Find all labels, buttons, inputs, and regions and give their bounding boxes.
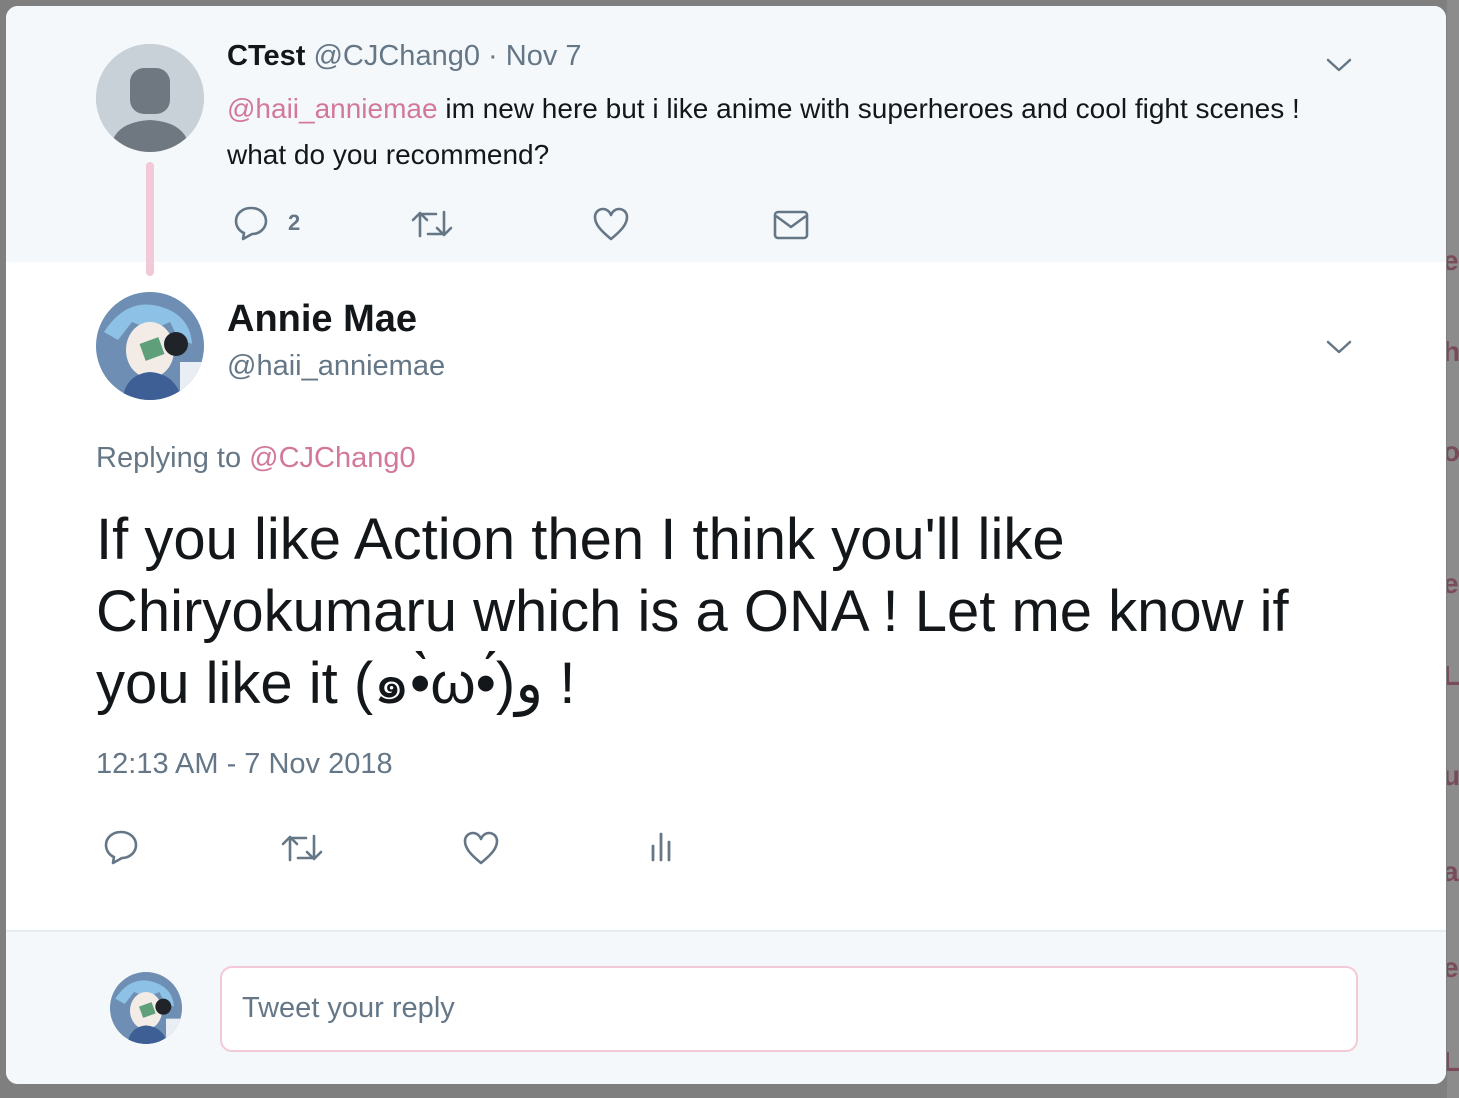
like-button[interactable] [592, 206, 630, 242]
like-icon [593, 207, 629, 241]
like-button[interactable] [462, 830, 500, 866]
message-icon [773, 210, 809, 240]
main-display-name[interactable]: Annie Mae [227, 298, 417, 341]
reply-button[interactable]: 2 [232, 204, 300, 242]
background-timeline-edge: e h o e L u a e L [1447, 0, 1459, 1098]
replying-prefix: Replying to [96, 442, 250, 474]
retweet-button[interactable] [410, 206, 454, 242]
header-separator: · [488, 40, 498, 72]
analytics-icon [651, 832, 671, 862]
mention-link[interactable]: @haii_anniemae [227, 93, 438, 124]
retweet-icon [411, 210, 453, 238]
direct-message-button[interactable] [772, 208, 810, 242]
parent-handle[interactable]: @CJChang0 [313, 40, 479, 72]
parent-avatar[interactable] [96, 44, 204, 152]
reply-placeholder: Tweet your reply [242, 992, 455, 1024]
analytics-button[interactable] [646, 828, 676, 864]
parent-tweet-text: @haii_anniemae im new here but i like an… [227, 86, 1347, 178]
reply-button[interactable] [102, 828, 140, 866]
thread-connector [146, 162, 154, 276]
chevron-down-icon[interactable] [1324, 50, 1354, 80]
tweet-reply-input[interactable]: Tweet your reply [220, 966, 1358, 1052]
reply-count: 2 [288, 210, 301, 235]
main-tweet-text: If you like Action then I think you'll l… [96, 507, 1289, 716]
retweet-icon [281, 834, 323, 862]
like-icon [463, 831, 499, 865]
parent-tweet-header: CTest @CJChang0 · Nov 7 [227, 40, 582, 73]
composer-avatar [110, 972, 182, 1044]
chevron-down-icon[interactable] [1324, 332, 1354, 362]
replying-mention-link[interactable]: @CJChang0 [249, 442, 415, 474]
main-avatar[interactable] [96, 292, 204, 400]
replying-to: Replying to @CJChang0 [96, 442, 416, 475]
tweet-timestamp[interactable]: 12:13 AM - 7 Nov 2018 [96, 748, 393, 781]
parent-display-name[interactable]: CTest [227, 40, 305, 72]
parent-date[interactable]: Nov 7 [506, 40, 582, 72]
retweet-button[interactable] [280, 830, 324, 866]
reply-icon [234, 206, 268, 241]
tweet-dialog: CTest @CJChang0 · Nov 7 @haii_anniemae i… [6, 6, 1446, 1084]
main-handle[interactable]: @haii_anniemae [227, 350, 445, 383]
reply-icon [104, 830, 138, 865]
